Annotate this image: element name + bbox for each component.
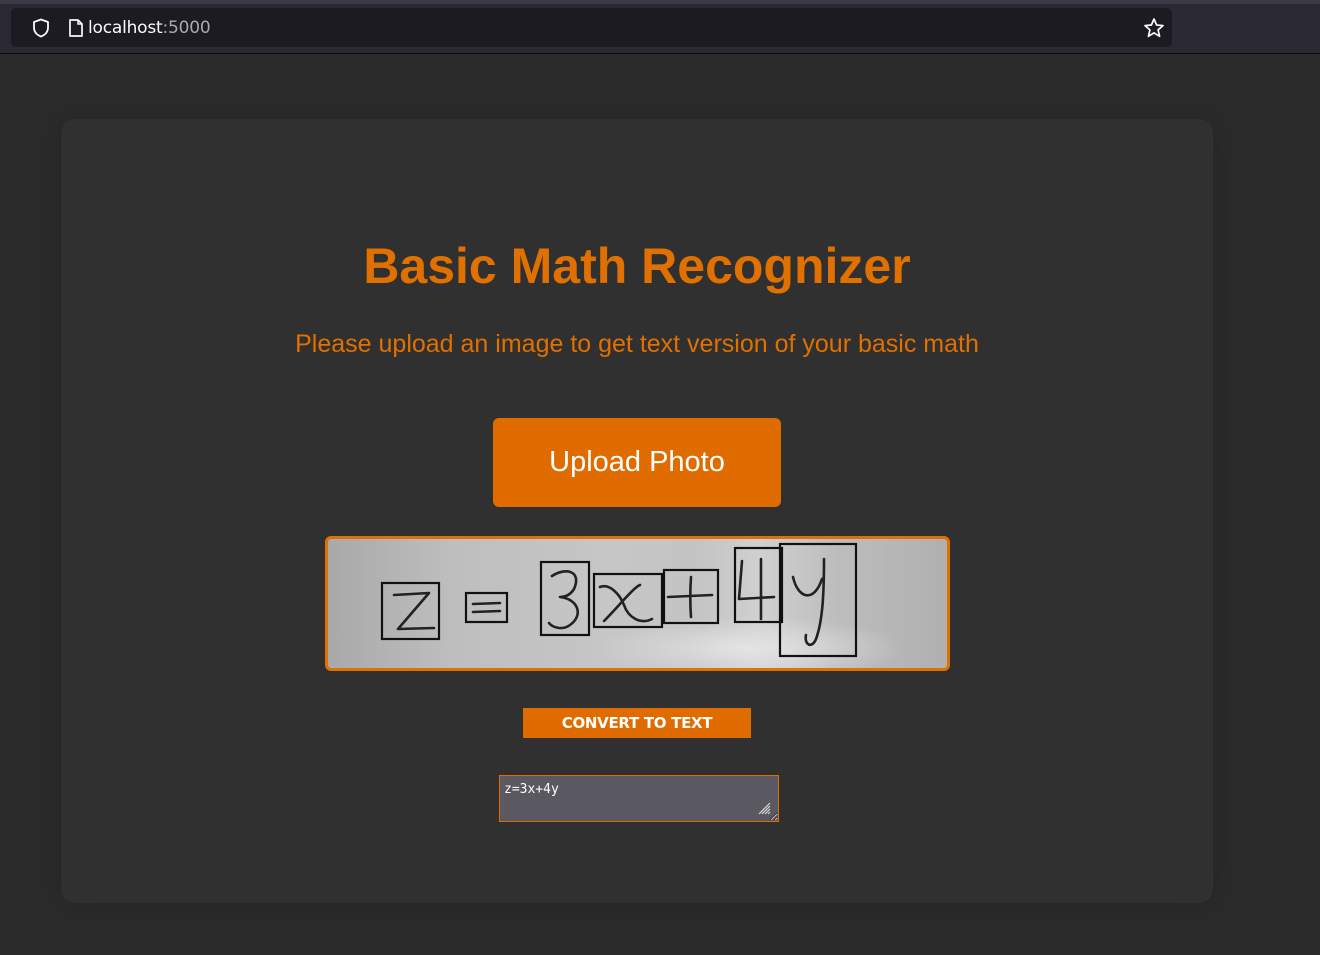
browser-toolbar: localhost:5000 [0, 4, 1320, 54]
url-port: :5000 [162, 18, 211, 38]
convert-to-text-button[interactable]: CONVERT TO TEXT [523, 708, 751, 738]
resize-grip-icon[interactable] [757, 801, 771, 815]
result-textarea[interactable]: z=3x+4y [499, 775, 779, 822]
upload-photo-button[interactable]: Upload Photo [493, 418, 781, 507]
url-host: localhost [88, 18, 163, 38]
uploaded-image-preview [325, 536, 950, 671]
main-card: Basic Math Recognizer Please upload an i… [61, 119, 1213, 903]
page-icon [69, 19, 83, 37]
handwritten-equation-image [328, 539, 947, 668]
bookmark-star-icon[interactable] [1143, 17, 1165, 39]
shield-icon[interactable] [31, 18, 51, 38]
page-title: Basic Math Recognizer [363, 238, 911, 294]
address-bar[interactable]: localhost:5000 [11, 8, 1172, 47]
page-subtitle: Please upload an image to get text versi… [295, 330, 979, 358]
url-text[interactable]: localhost:5000 [88, 18, 211, 38]
